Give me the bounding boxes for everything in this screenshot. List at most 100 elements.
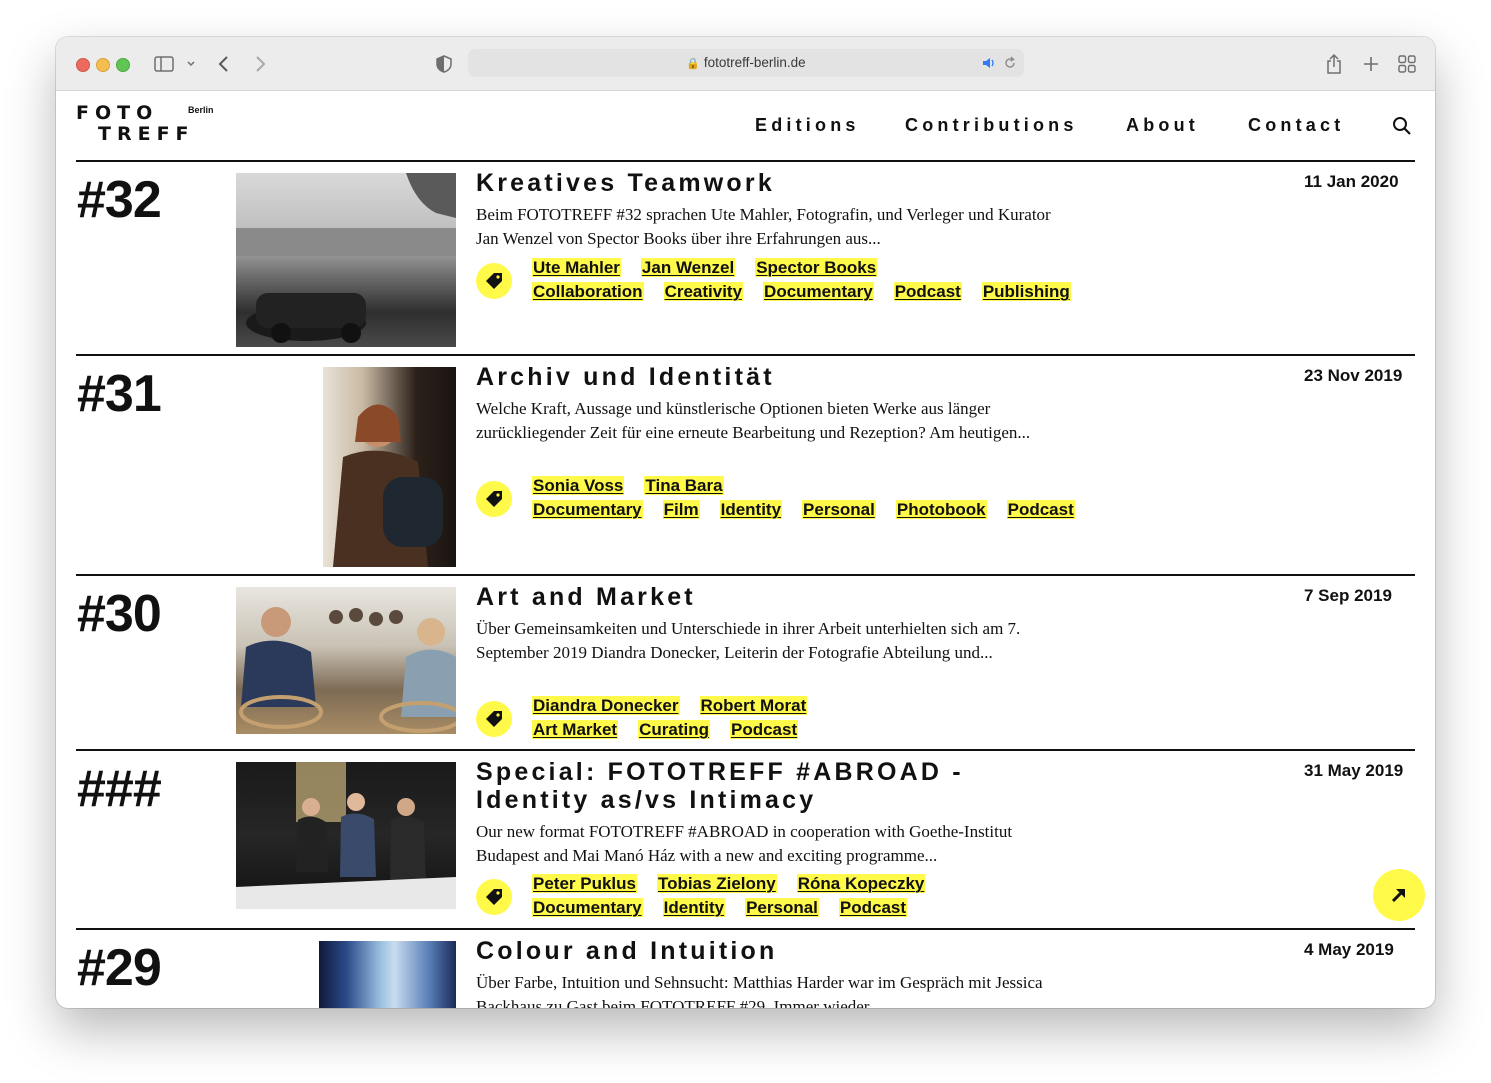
- back-icon[interactable]: [216, 53, 232, 75]
- editions-list: #32 Kreatives Teamwork Beim FOTOTREFF #3…: [56, 160, 1435, 1008]
- topic-tags: Collaboration Creativity Documentary Podcas…: [532, 280, 1091, 304]
- edition-number: #29: [77, 939, 162, 997]
- forward-icon[interactable]: [252, 53, 268, 75]
- tag-link[interactable]: Personal: [802, 500, 876, 519]
- tag-link[interactable]: Personal: [745, 898, 819, 917]
- tag-link[interactable]: Robert Morat: [699, 696, 808, 715]
- tag-link[interactable]: Documentary: [763, 282, 874, 301]
- minimize-window-button[interactable]: [96, 58, 110, 72]
- privacy-shield-icon[interactable]: [435, 53, 453, 75]
- topic-tags: Documentary Identity Personal Podcast: [532, 896, 927, 920]
- people-tags: Peter Puklus Tobias Zielony Róna Kopeczky: [532, 872, 945, 896]
- tag-link[interactable]: Podcast: [893, 282, 962, 301]
- chevron-down-icon[interactable]: [185, 53, 197, 75]
- tag-link[interactable]: Art Market: [532, 720, 619, 739]
- tag-link[interactable]: Ute Mahler: [532, 258, 621, 277]
- tag-link[interactable]: Publishing: [981, 282, 1071, 301]
- edition-photo[interactable]: [236, 587, 456, 734]
- speaker-icon[interactable]: [982, 56, 996, 75]
- edition-number: #30: [77, 585, 162, 643]
- logo-berlin: Berlin: [188, 105, 214, 115]
- tag-link[interactable]: Collaboration: [532, 282, 644, 301]
- address-bar[interactable]: 🔒 fototreff-berlin.de: [468, 49, 1024, 77]
- tag-link[interactable]: Diandra Donecker: [532, 696, 680, 715]
- share-icon[interactable]: [1324, 53, 1344, 75]
- edition-description: Beim FOTOTREFF #32 sprachen Ute Mahler, …: [476, 205, 1051, 248]
- url-label: fototreff-berlin.de: [703, 55, 806, 70]
- edition-title[interactable]: Special: FOTOTREFF #ABROAD - Identity as…: [476, 758, 964, 814]
- edition-date: 11 Jan 2020: [1304, 172, 1399, 191]
- edition-title-line-1: Special: FOTOTREFF #ABROAD -: [476, 758, 964, 786]
- edition-number: #32: [77, 171, 162, 229]
- reload-icon[interactable]: [1003, 56, 1017, 75]
- tag-link[interactable]: Documentary: [532, 898, 643, 917]
- edition-description: Welche Kraft, Aussage und künstlerische …: [476, 399, 1031, 442]
- nav-editions[interactable]: Editions: [755, 115, 860, 136]
- tag-link[interactable]: Podcast: [729, 720, 799, 739]
- edition-entry[interactable]: #32 Kreatives Teamwork Beim FOTOTREFF #3…: [76, 160, 1415, 354]
- tag-link[interactable]: Documentary: [532, 500, 643, 519]
- edition-description: Über Farbe, Intuition und Sehnsucht: Mat…: [476, 973, 1043, 1008]
- edition-date: 4 May 2019: [1304, 940, 1394, 959]
- edition-title[interactable]: Colour and Intuition: [476, 937, 777, 965]
- tag-link[interactable]: Curating: [638, 720, 710, 739]
- edition-number: #31: [77, 365, 162, 423]
- tag-icon: [476, 879, 512, 915]
- tag-link[interactable]: Tobias Zielony: [657, 874, 777, 893]
- edition-photo[interactable]: [319, 941, 456, 1008]
- tab-overview-icon[interactable]: [1397, 53, 1417, 75]
- edition-photo[interactable]: [323, 367, 456, 567]
- nav-contributions[interactable]: Contributions: [905, 115, 1078, 136]
- tag-link[interactable]: Róna Kopeczky: [796, 874, 926, 893]
- browser-toolbar: 🔒 fototreff-berlin.de: [56, 37, 1435, 91]
- edition-number: ###: [77, 760, 162, 818]
- scroll-to-top-button[interactable]: [1373, 869, 1425, 921]
- tag-link[interactable]: Podcast: [1006, 500, 1075, 519]
- edition-photo[interactable]: [236, 173, 456, 347]
- logo-line-2: TREFF: [98, 123, 195, 145]
- tag-link[interactable]: Identity: [662, 898, 726, 917]
- people-tags: Sonia Voss Tina Bara: [532, 474, 744, 498]
- browser-window: 🔒 fototreff-berlin.de FOTO TREFF Berlin: [56, 37, 1435, 1008]
- search-icon[interactable]: [1392, 116, 1412, 141]
- site-logo[interactable]: FOTO TREFF Berlin: [76, 103, 214, 145]
- tag-link[interactable]: Podcast: [838, 898, 908, 917]
- edition-entry[interactable]: #30 Art and Market Über Gemeinsamkeiten …: [76, 574, 1415, 748]
- site-header: FOTO TREFF Berlin Editions Contributions…: [56, 91, 1435, 160]
- edition-title[interactable]: Kreatives Teamwork: [476, 169, 775, 197]
- nav-about[interactable]: About: [1126, 115, 1199, 136]
- tag-link[interactable]: Peter Puklus: [532, 874, 637, 893]
- lock-icon: 🔒: [686, 58, 701, 70]
- tag-link[interactable]: Creativity: [663, 282, 744, 301]
- tag-link[interactable]: Photobook: [895, 500, 987, 519]
- edition-entry[interactable]: ### Special: FOTOTREFF #ABROAD - Identit…: [76, 749, 1415, 927]
- people-tags: Diandra Donecker Robert Morat: [532, 694, 827, 718]
- tag-icon: [476, 481, 512, 517]
- zoom-window-button[interactable]: [116, 58, 130, 72]
- topic-tags: Documentary Film Identity Personal Photobook…: [532, 498, 1095, 522]
- edition-entry[interactable]: #31 Archiv und Identität Welche Kraft, A…: [76, 354, 1415, 574]
- edition-title[interactable]: Archiv und Identität: [476, 363, 775, 391]
- tag-link[interactable]: Jan Wenzel: [640, 258, 736, 277]
- edition-photo[interactable]: [236, 762, 456, 909]
- tag-link[interactable]: Sonia Voss: [532, 476, 625, 495]
- tag-link[interactable]: Spector Books: [755, 258, 878, 277]
- edition-description: Über Gemeinsamkeiten und Unterschiede in…: [476, 619, 1021, 662]
- people-tags: Ute Mahler Jan Wenzel Spector Books: [532, 256, 897, 280]
- edition-title[interactable]: Art and Market: [476, 583, 696, 611]
- edition-entry[interactable]: #29 Colour and Intuition Über Farbe, Int…: [76, 928, 1415, 1008]
- close-window-button[interactable]: [76, 58, 90, 72]
- tag-link[interactable]: Film: [662, 500, 700, 519]
- tag-link[interactable]: Tina Bara: [644, 476, 724, 495]
- tag-link[interactable]: Identity: [719, 500, 783, 519]
- edition-date: 23 Nov 2019: [1304, 366, 1403, 385]
- edition-date: 31 May 2019: [1304, 761, 1404, 780]
- edition-title-line-2: Identity as/vs Intimacy: [476, 786, 817, 814]
- edition-description: Our new format FOTOTREFF #ABROAD in coop…: [476, 822, 1013, 865]
- tag-icon: [476, 701, 512, 737]
- nav-contact[interactable]: Contact: [1248, 115, 1344, 136]
- sidebar-icon[interactable]: [153, 53, 175, 75]
- new-tab-icon[interactable]: [1361, 53, 1381, 75]
- topic-tags: Art Market Curating Podcast: [532, 718, 818, 742]
- edition-date: 7 Sep 2019: [1304, 586, 1392, 605]
